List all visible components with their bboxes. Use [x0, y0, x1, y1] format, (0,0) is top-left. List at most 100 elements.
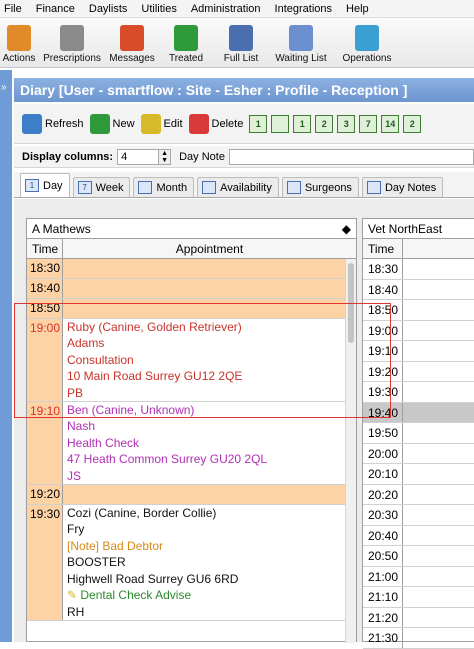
resource-column-b: Vet NorthEast Time 18:30 18:40 18:50 19:00 1… — [362, 218, 474, 649]
time-cell: 21:10 — [363, 587, 403, 607]
menu-item-finance[interactable]: Finance — [29, 3, 82, 15]
tab-label: Surgeons — [304, 181, 352, 194]
calendar-day-icon[interactable]: 7 — [359, 114, 378, 133]
time-cell: 19:30 — [27, 505, 63, 620]
toolbar-label: Operations — [342, 53, 392, 64]
new-grid-icon — [89, 113, 110, 134]
collapse-icon[interactable]: » — [0, 82, 12, 93]
tab-surgeons[interactable]: Surgeons — [281, 177, 359, 197]
time-slot-row[interactable]: 19:50 — [363, 423, 474, 444]
time-slot-row[interactable]: 21:00 — [363, 566, 474, 587]
select-arrow-icon[interactable]: ◆ — [342, 222, 351, 236]
resource-name: A Mathews — [32, 221, 91, 236]
time-cell: 20:00 — [363, 443, 403, 463]
calendar-day-icon[interactable]: 14 — [381, 114, 400, 133]
calendar-day-icon[interactable]: 3 — [337, 114, 356, 133]
resource-column-a: A Mathews ◆ Time Appointment 18:30 18:40 1… — [26, 218, 357, 643]
appointment-line: [Note] Bad Debtor — [67, 538, 164, 553]
toolbar-operations-button[interactable]: Operations — [334, 18, 400, 67]
appointment-cell[interactable] — [63, 485, 356, 505]
time-cell: 21:20 — [363, 607, 403, 627]
appointment-header: Appointment — [175, 242, 244, 256]
display-columns-input[interactable]: 4 — [117, 148, 160, 165]
time-cell: 19:20 — [27, 485, 63, 505]
diary-tabs: 1 Day 7 Week Month Availability Surgeons Day No… — [14, 172, 474, 198]
full-list-icon — [229, 25, 253, 51]
tab-day-notes[interactable]: Day Notes — [361, 177, 444, 197]
toolbar-treated-button[interactable]: Treated — [158, 18, 214, 67]
calendar-icon: 1 — [25, 179, 39, 192]
time-slot-row[interactable]: 20:30 — [363, 505, 474, 526]
toolbar-label: Waiting List — [275, 53, 327, 64]
time-slot-row[interactable]: 20:10 — [363, 464, 474, 485]
column-header: Time — [363, 239, 474, 259]
appointment-row[interactable]: 18:40 — [27, 279, 356, 299]
appointment-cell[interactable] — [63, 279, 356, 298]
messages-icon — [120, 25, 144, 51]
display-row: Display columns: 4 ▲ ▼ Day Note — [14, 146, 474, 168]
time-slot-row[interactable]: 21:20 — [363, 607, 474, 628]
time-cell: 20:40 — [363, 525, 403, 545]
tab-month[interactable]: Month — [133, 177, 195, 197]
toolbar-full-list-button[interactable]: Full List — [214, 18, 268, 67]
time-slot-row[interactable]: 18:40 — [363, 279, 474, 300]
toolbar-label: Prescriptions — [43, 53, 101, 64]
diary-content: A Mathews ◆ Time Appointment 18:30 18:40 1… — [14, 199, 474, 649]
main-toolbar: Actions Prescriptions Messages Treated Full … — [0, 18, 474, 68]
time-slot-row[interactable]: 20:50 — [363, 546, 474, 567]
appointment-row[interactable]: 19:20 — [27, 485, 356, 506]
clipboard-icon — [7, 25, 31, 51]
diary-action-bar: Refresh New Edit Delete 1 1 2 3 7 14 2 — [14, 104, 474, 144]
new-button[interactable]: New — [89, 113, 135, 134]
menu-item-administration[interactable]: Administration — [184, 3, 268, 15]
resource-select-a[interactable]: A Mathews ◆ — [27, 219, 356, 239]
tab-label: Availability — [220, 181, 272, 194]
calendar-day-icon[interactable]: 2 — [315, 114, 334, 133]
time-slot-row[interactable]: 21:10 — [363, 587, 474, 608]
appointment-row[interactable]: 19:30 Cozi (Canine, Border Collie) Fry [Not… — [27, 505, 356, 621]
toolbar-actions-button[interactable]: Actions — [0, 18, 38, 67]
edit-button[interactable]: Edit — [140, 113, 183, 134]
day-note-input[interactable] — [228, 148, 474, 165]
time-slot-row[interactable]: 18:30 — [363, 259, 474, 280]
calendar-day-icon[interactable]: 2 — [403, 114, 422, 133]
appointment-line: JS — [67, 468, 82, 483]
appointment-line: RH — [67, 604, 85, 619]
menu-item-utilities[interactable]: Utilities — [134, 3, 183, 15]
delete-button[interactable]: Delete — [188, 113, 243, 134]
tab-label: Week — [95, 181, 124, 194]
refresh-button[interactable]: Refresh — [22, 113, 84, 134]
appointment-cell[interactable] — [63, 259, 356, 278]
calendar-icon — [138, 181, 153, 194]
time-cell: 18:40 — [363, 279, 403, 299]
calendar-day-icon[interactable] — [271, 114, 290, 133]
time-cell: 20:10 — [363, 464, 403, 484]
time-cell: 19:50 — [363, 423, 403, 443]
toolbar-label: Messages — [109, 53, 155, 64]
action-label: Refresh — [45, 117, 84, 130]
note-icon: ✎ — [67, 588, 81, 603]
menu-item-integrations[interactable]: Integrations — [268, 3, 339, 15]
collapse-strip[interactable]: » — [0, 70, 12, 642]
tab-availability[interactable]: Availability — [197, 177, 279, 197]
toolbar-waiting-list-button[interactable]: Waiting List — [268, 18, 334, 67]
time-slot-row[interactable]: 20:00 — [363, 443, 474, 464]
time-slot-row[interactable]: 21:30 — [363, 628, 474, 649]
time-slot-row[interactable]: 20:20 — [363, 484, 474, 505]
menu-item-help[interactable]: Help — [339, 3, 376, 15]
toolbar-prescriptions-button[interactable]: Prescriptions — [38, 18, 106, 67]
tab-week[interactable]: 7 Week — [72, 177, 131, 197]
appointment-line: 47 Heath Common Surrey GU20 2QL — [67, 452, 268, 467]
time-slot-row[interactable]: 20:40 — [363, 525, 474, 546]
calendar-day-icon[interactable]: 1 — [249, 114, 268, 133]
toolbar-messages-button[interactable]: Messages — [106, 18, 158, 67]
appointment-row[interactable]: 18:30 — [27, 259, 356, 279]
calendar-day-icon[interactable]: 1 — [293, 114, 312, 133]
menu-item-daylists[interactable]: Daylists — [82, 3, 135, 15]
tab-day[interactable]: 1 Day — [20, 173, 70, 197]
display-columns-stepper[interactable]: ▲ ▼ — [159, 148, 172, 165]
appointment-cell[interactable]: Cozi (Canine, Border Collie) Fry [Note] Ba… — [63, 505, 356, 620]
menu-item-file[interactable]: File — [0, 3, 29, 15]
toolbar-label: Full List — [223, 53, 259, 64]
resource-select-b[interactable]: Vet NorthEast — [363, 219, 474, 239]
